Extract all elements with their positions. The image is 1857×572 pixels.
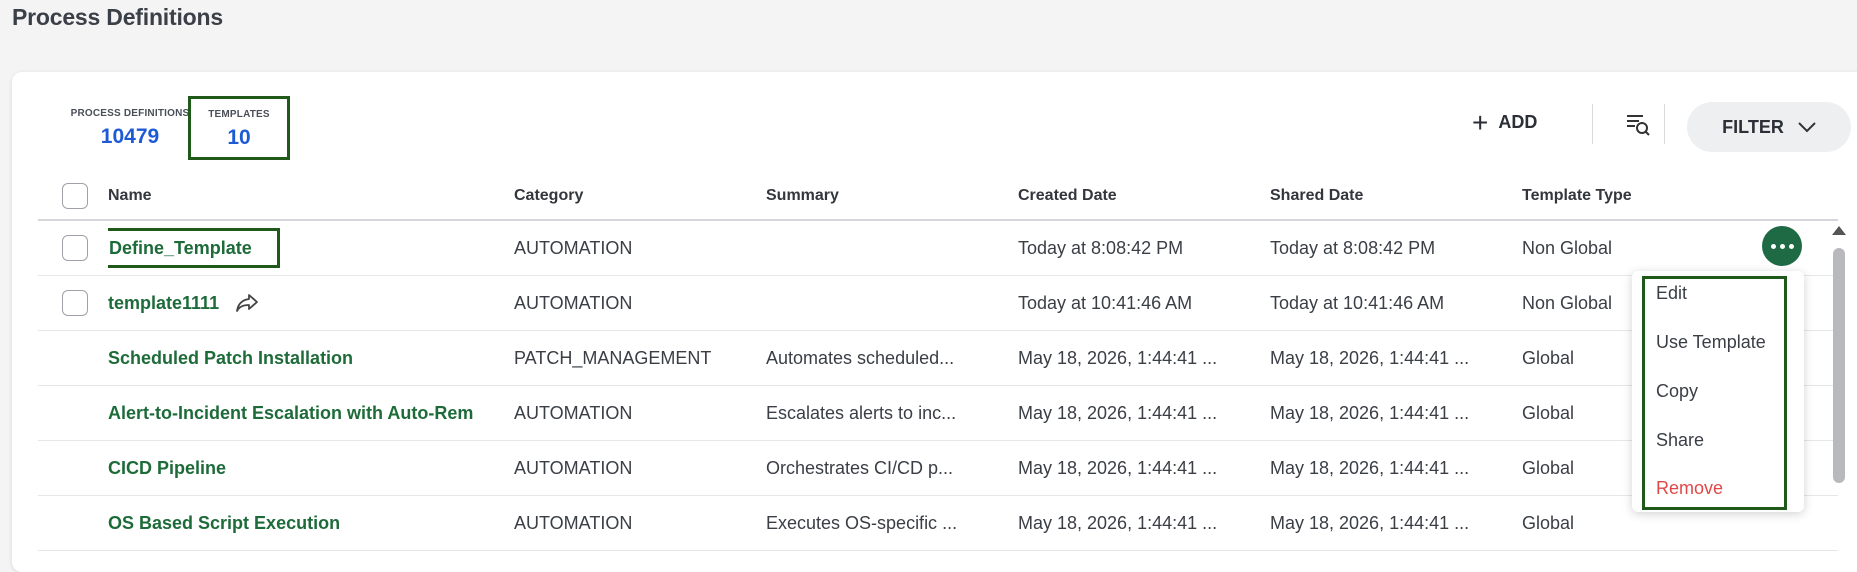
template-type-cell: Global	[1522, 402, 1575, 423]
table-row[interactable]: template1111 AUTOMATION Today at 10:41:4…	[38, 276, 1838, 331]
template-type-cell: Global	[1522, 512, 1575, 533]
vertical-scrollbar-thumb[interactable]	[1833, 248, 1845, 483]
shared-date-cell: May 18, 2026, 1:44:41 ...	[1270, 457, 1470, 478]
created-date-cell: Today at 10:41:46 AM	[1018, 292, 1193, 313]
template-name-link[interactable]: OS Based Script Execution	[108, 513, 340, 534]
created-date-cell: May 18, 2026, 1:44:41 ...	[1018, 457, 1218, 478]
scroll-up-arrow-icon[interactable]	[1832, 226, 1846, 235]
shared-date-cell: May 18, 2026, 1:44:41 ...	[1270, 512, 1470, 533]
summary-cell: Escalates alerts to inc...	[766, 402, 957, 423]
created-date-cell: Today at 8:08:42 PM	[1018, 237, 1184, 258]
table-row[interactable]: Define_Template AUTOMATION Today at 8:08…	[38, 221, 1838, 276]
shared-date-cell: May 18, 2026, 1:44:41 ...	[1270, 402, 1470, 423]
template-name-link[interactable]: Alert-to-Incident Escalation with Auto-R…	[108, 403, 473, 424]
category-cell: PATCH_MANAGEMENT	[514, 347, 712, 368]
column-header-shared-date[interactable]: Shared Date	[1270, 172, 1500, 219]
table-header: Name Category Summary Created Date Share…	[38, 172, 1838, 221]
process-definitions-count: 10479	[100, 125, 160, 148]
template-type-cell: Non Global	[1522, 237, 1613, 258]
row-actions-menu: Edit Use Template Copy Share Remove	[1632, 271, 1804, 512]
filter-button-label: FILTER	[1722, 116, 1784, 137]
search-list-icon[interactable]	[1625, 112, 1651, 138]
templates-label: TEMPLATES	[208, 109, 270, 120]
column-header-category[interactable]: Category	[514, 172, 744, 219]
category-cell: AUTOMATION	[514, 292, 633, 313]
column-header-name[interactable]: Name	[108, 172, 528, 219]
column-header-template-type[interactable]: Template Type	[1522, 172, 1672, 219]
shared-date-cell: May 18, 2026, 1:44:41 ...	[1270, 347, 1470, 368]
category-cell: AUTOMATION	[514, 402, 633, 423]
template-name-link[interactable]: CICD Pipeline	[108, 458, 226, 479]
add-button-label: ADD	[1498, 112, 1538, 132]
menu-item-use-template[interactable]: Use Template	[1656, 332, 1766, 353]
summary-cell: Automates scheduled...	[766, 347, 955, 368]
more-horizontal-icon[interactable]	[1762, 226, 1802, 266]
table-row[interactable]: Alert-to-Incident Escalation with Auto-R…	[38, 386, 1838, 441]
template-name-link[interactable]: Define_Template	[109, 238, 252, 259]
template-name-link[interactable]: Scheduled Patch Installation	[108, 348, 353, 369]
summary-cell: Orchestrates CI/CD p...	[766, 457, 954, 478]
column-header-created-date[interactable]: Created Date	[1018, 172, 1248, 219]
row-checkbox[interactable]	[62, 235, 88, 261]
page-title: Process Definitions	[12, 4, 223, 30]
menu-item-remove[interactable]: Remove	[1656, 478, 1723, 499]
template-name-link[interactable]: template1111	[108, 293, 219, 314]
summary-cell: Executes OS-specific ...	[766, 512, 958, 533]
process-definitions-label: PROCESS DEFINITIONS	[70, 108, 190, 119]
category-cell: AUTOMATION	[514, 237, 633, 258]
category-cell: AUTOMATION	[514, 457, 633, 478]
process-definitions-card: PROCESS DEFINITIONS 10479 TEMPLATES 10 +…	[12, 72, 1857, 572]
created-date-cell: May 18, 2026, 1:44:41 ...	[1018, 347, 1218, 368]
template-type-cell: Global	[1522, 457, 1575, 478]
created-date-cell: May 18, 2026, 1:44:41 ...	[1018, 402, 1218, 423]
chevron-down-icon	[1798, 122, 1816, 133]
created-date-cell: May 18, 2026, 1:44:41 ...	[1018, 512, 1218, 533]
add-button[interactable]: + ADD	[1472, 106, 1538, 138]
table-row[interactable]: CICD Pipeline AUTOMATION Orchestrates CI…	[38, 441, 1838, 496]
templates-stat[interactable]: TEMPLATES 10	[188, 96, 290, 160]
category-cell: AUTOMATION	[514, 512, 633, 533]
toolbar-divider	[1664, 104, 1665, 144]
menu-item-copy[interactable]: Copy	[1656, 381, 1698, 402]
templates-count: 10	[227, 126, 251, 149]
shared-date-cell: Today at 8:08:42 PM	[1270, 237, 1436, 258]
table-row[interactable]: Scheduled Patch Installation PATCH_MANAG…	[38, 331, 1838, 386]
share-arrow-icon[interactable]	[235, 293, 259, 313]
select-all-checkbox[interactable]	[62, 182, 88, 209]
template-type-cell: Non Global	[1522, 292, 1613, 313]
table-row[interactable]: OS Based Script Execution AUTOMATION Exe…	[38, 496, 1838, 551]
template-type-cell: Global	[1522, 347, 1575, 368]
shared-date-cell: Today at 10:41:46 AM	[1270, 292, 1445, 313]
menu-item-share[interactable]: Share	[1656, 430, 1704, 451]
process-definitions-stat[interactable]: PROCESS DEFINITIONS 10479	[50, 108, 210, 149]
menu-item-edit[interactable]: Edit	[1656, 283, 1687, 304]
plus-icon: +	[1472, 106, 1489, 138]
column-header-summary[interactable]: Summary	[766, 172, 986, 219]
filter-button[interactable]: FILTER	[1687, 102, 1851, 152]
row-checkbox[interactable]	[62, 290, 88, 316]
toolbar-divider	[1592, 104, 1593, 144]
